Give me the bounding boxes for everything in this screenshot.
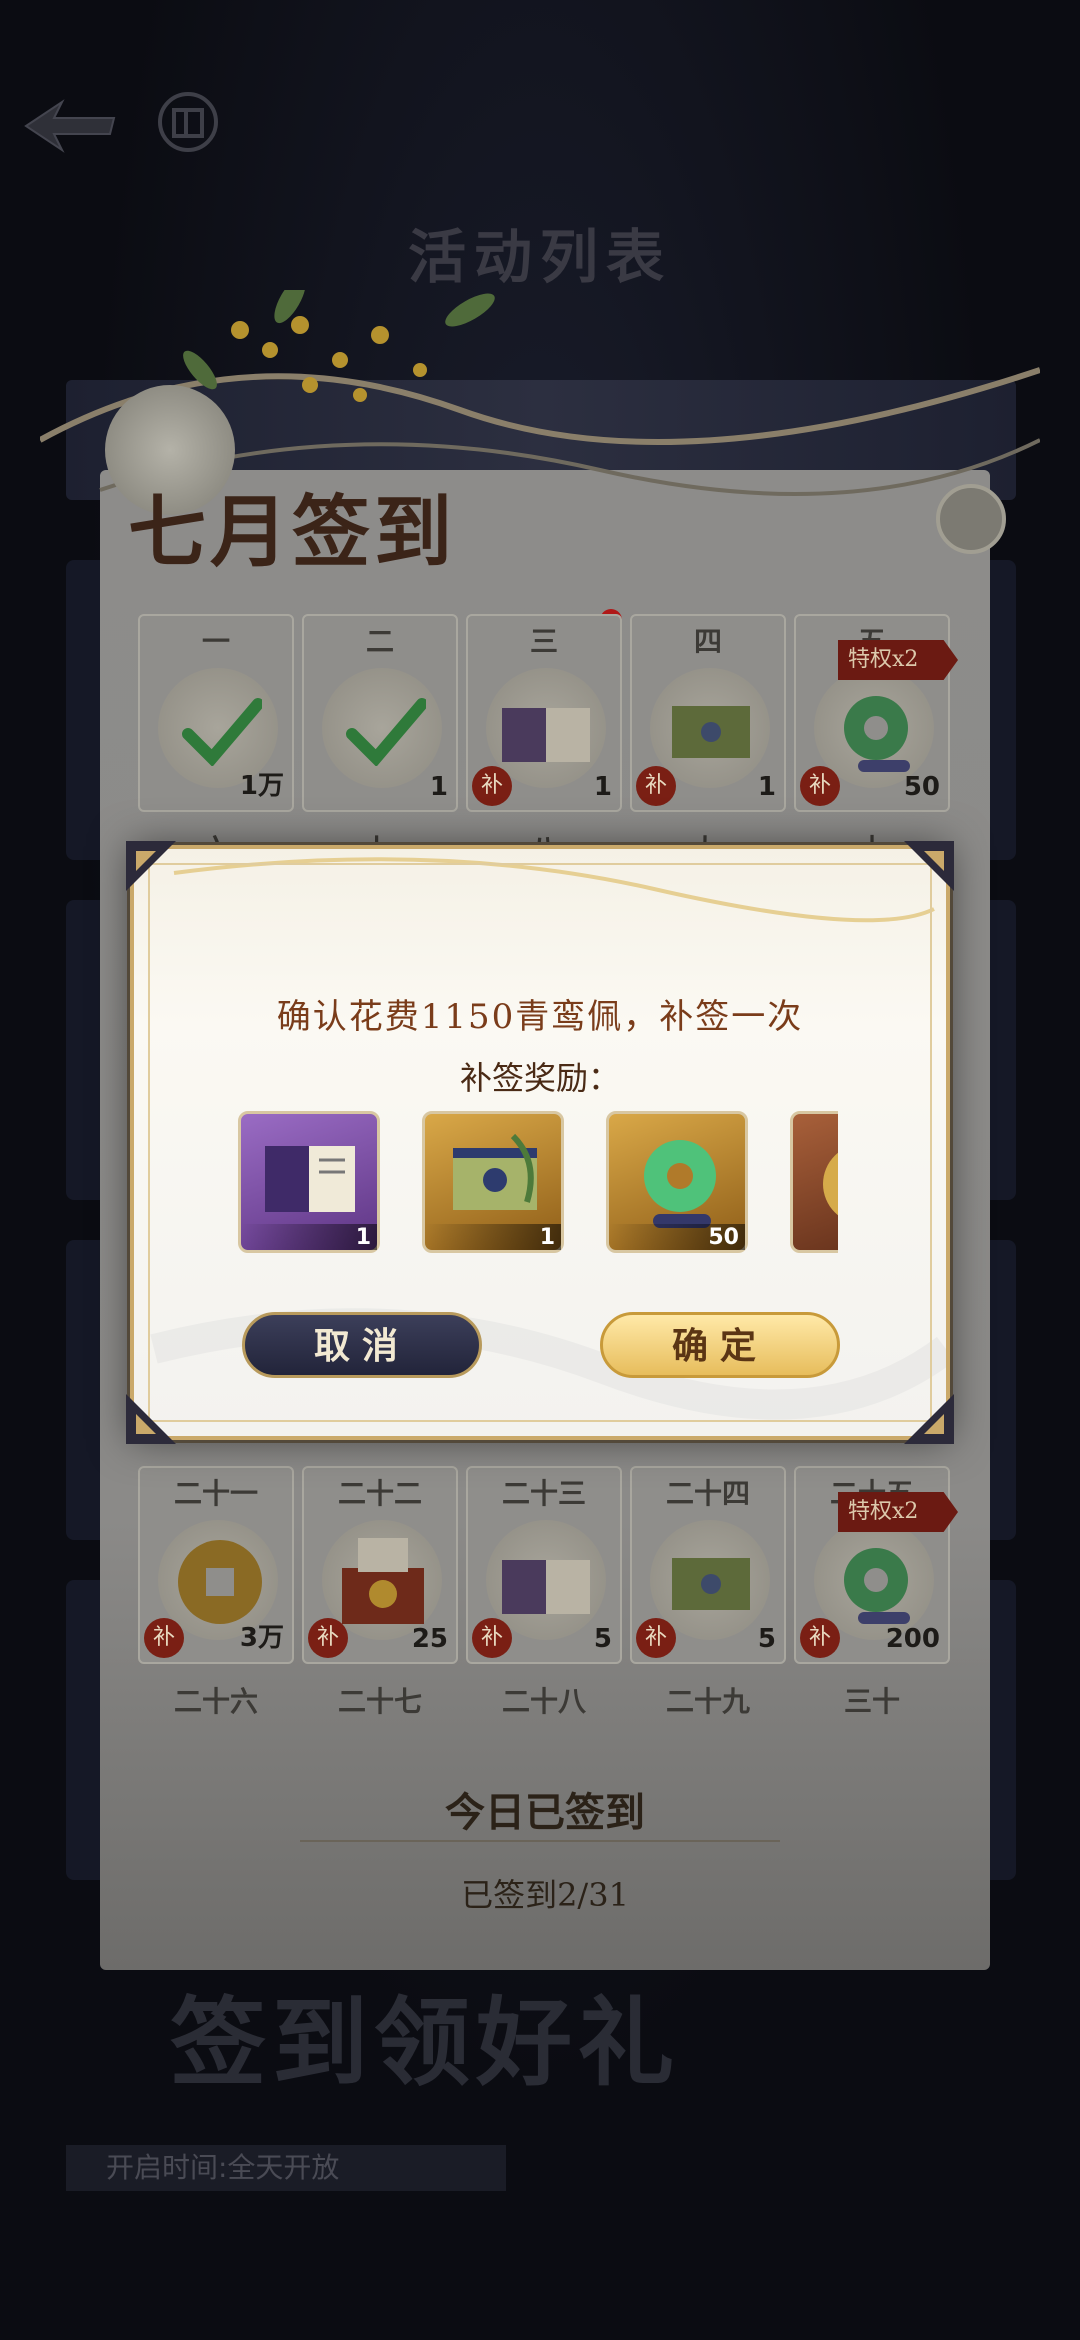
day-cell[interactable]: 三 补 1 <box>466 614 622 812</box>
makeup-badge: 补 <box>472 1618 512 1658</box>
day-label: 一 <box>201 625 230 658</box>
privilege-tag: 特权x2 <box>838 640 958 680</box>
makeup-badge: 补 <box>636 1618 676 1658</box>
reward-list[interactable]: 1 1 50 <box>238 1111 838 1261</box>
day-qty: 1 <box>757 772 776 802</box>
corner-ornament-icon <box>904 1394 954 1444</box>
day-cell[interactable]: 二十二 补 25 <box>302 1466 458 1664</box>
day-label: 二十八 <box>501 1685 586 1718</box>
day-label: 二十九 <box>665 1685 750 1718</box>
close-icon[interactable] <box>936 484 1006 554</box>
day-label: 三 <box>529 625 558 658</box>
day-qty: 3万 <box>239 1623 284 1653</box>
scroll-icon <box>672 706 750 758</box>
check-icon <box>346 698 426 766</box>
scroll-icon <box>453 1133 537 1210</box>
makeup-badge: 补 <box>800 1618 840 1658</box>
reward-item[interactable]: 1 <box>422 1111 564 1253</box>
makeup-badge: 补 <box>144 1618 184 1658</box>
book-icon <box>265 1146 355 1212</box>
coin-icon <box>823 1152 838 1216</box>
day-label: 四 <box>693 625 722 658</box>
bg-signin-gift-title: 签到领好礼 <box>170 1986 680 2099</box>
top-bar <box>0 90 1080 170</box>
scroll-icon <box>672 1558 750 1610</box>
corner-ornament-icon <box>126 841 176 891</box>
day-cell[interactable]: 二十五 特权x2 补 200 <box>794 1466 958 1664</box>
day-cell[interactable]: 二十四 补 5 <box>630 1466 786 1664</box>
day-cell[interactable]: 二 1 <box>302 614 458 812</box>
day-label: 二十一 <box>173 1477 258 1510</box>
bg-open-time: 开启时间:全天开放 <box>66 2145 506 2191</box>
day-qty: 1 <box>593 772 612 802</box>
day-label: 二 <box>365 625 394 658</box>
back-arrow-icon[interactable] <box>18 96 118 156</box>
divider <box>300 1840 780 1842</box>
panel-title: 七月签到 <box>128 487 457 578</box>
day-label: 二十四 <box>665 1477 750 1510</box>
book-icon <box>502 1560 590 1614</box>
reward-item[interactable] <box>790 1111 838 1253</box>
day-cell[interactable]: 四 补 1 <box>630 614 786 812</box>
makeup-badge: 补 <box>800 766 840 806</box>
signin-status: 今日已签到 <box>445 1789 645 1836</box>
makeup-badge: 补 <box>308 1618 348 1658</box>
day-qty: 1 <box>429 772 448 802</box>
confirm-button[interactable]: 确定 <box>600 1312 840 1378</box>
reward-qty: 50 <box>708 1225 739 1250</box>
jade-pendant-icon <box>644 1140 716 1228</box>
day-qty: 200 <box>885 1624 940 1654</box>
day-label: 二十三 <box>501 1477 586 1510</box>
day-qty: 1万 <box>239 771 284 801</box>
day-cell[interactable]: 二十三 补 5 <box>466 1466 622 1664</box>
signin-count: 已签到2/31 <box>461 1876 629 1914</box>
day-cell[interactable]: 一 1万 <box>138 614 294 812</box>
reward-qty: 1 <box>539 1225 555 1250</box>
day-label: 二十七 <box>337 1685 422 1718</box>
corner-ornament-icon <box>904 841 954 891</box>
check-icon <box>182 698 262 766</box>
makeup-confirm-dialog: 确认花费1150青鸾佩，补签一次 补签奖励： 1 1 50 取消 确定 <box>126 841 954 1444</box>
makeup-badge: 补 <box>472 766 512 806</box>
day-label: 二十二 <box>337 1477 422 1510</box>
cancel-button[interactable]: 取消 <box>242 1312 482 1378</box>
corner-ornament-icon <box>126 1394 176 1444</box>
day-label: 三十 <box>843 1685 900 1718</box>
confirm-message: 确认花费1150青鸾佩，补签一次 <box>276 997 804 1037</box>
day-qty: 5 <box>593 1624 612 1654</box>
reward-item[interactable]: 1 <box>238 1111 380 1253</box>
page-title: 活动列表 <box>407 223 672 291</box>
day-label: 二十六 <box>173 1685 258 1718</box>
home-icon[interactable] <box>156 90 220 154</box>
jade-pendant-icon <box>844 1548 910 1624</box>
day-qty: 5 <box>757 1624 776 1654</box>
day-cell[interactable]: 五 特权x2 补 50 <box>794 614 958 812</box>
gift-box-icon <box>342 1538 424 1624</box>
reward-qty: 1 <box>355 1225 371 1250</box>
privilege-tag: 特权x2 <box>838 1492 958 1532</box>
book-icon <box>502 708 590 762</box>
reward-label: 补签奖励： <box>459 1059 620 1097</box>
jade-pendant-icon <box>844 696 910 772</box>
day-qty: 50 <box>903 772 940 802</box>
day-cell[interactable]: 二十一 补 3万 <box>138 1466 294 1664</box>
reward-item[interactable]: 50 <box>606 1111 748 1253</box>
day-qty: 25 <box>411 1624 448 1654</box>
makeup-badge: 补 <box>636 766 676 806</box>
